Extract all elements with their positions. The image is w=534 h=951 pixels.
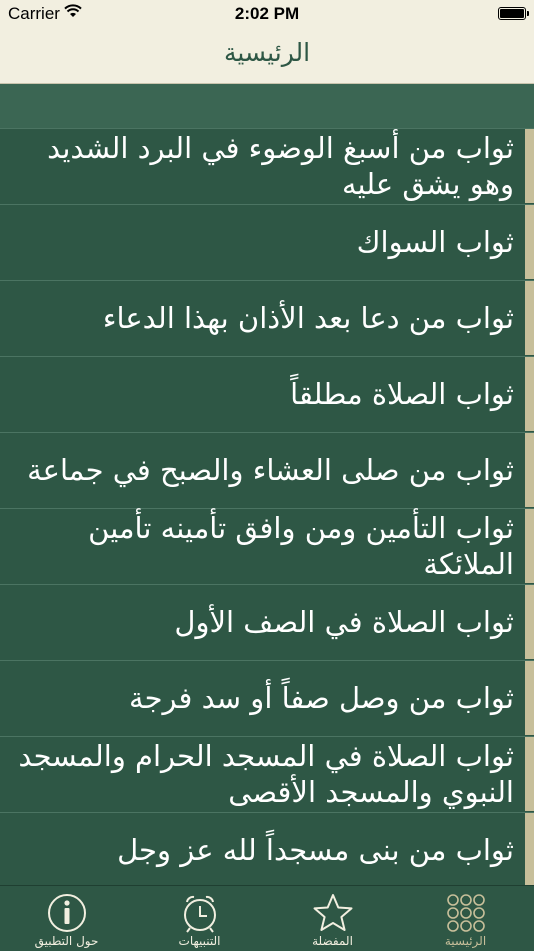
list-item-text: ثواب من صلى العشاء والصبح في جماعة [27, 453, 514, 487]
tab-about[interactable]: حول التطبيق [0, 886, 133, 951]
item-accent-bar [525, 281, 534, 355]
list-item-text: ثواب من بنى مسجداً لله عز وجل [117, 833, 514, 867]
list-item[interactable]: ثواب من دعا بعد الأذان بهذا الدعاء [0, 280, 534, 355]
list-item[interactable]: ثواب من وصل صفاً أو سد فرجة [0, 660, 534, 735]
item-accent-bar [525, 813, 534, 887]
list-item[interactable]: ثواب التأمين ومن وافق تأمينه تأمين الملا… [0, 508, 534, 583]
status-bar: Carrier 2:02 PM [0, 0, 534, 28]
star-icon [313, 894, 353, 931]
item-accent-bar [525, 357, 534, 431]
list-item-text: ثواب من دعا بعد الأذان بهذا الدعاء [102, 301, 514, 335]
tab-label: الرئيسية [444, 934, 487, 948]
item-accent-bar [525, 433, 534, 507]
tab-label: حول التطبيق [34, 934, 99, 948]
battery-icon [498, 7, 529, 20]
list-item-text: ثواب الصلاة في الصف الأول [174, 605, 514, 639]
list-item-text: ثواب الصلاة في المسجد الحرام والمسجد الن… [18, 739, 514, 809]
list-item[interactable]: ثواب السواك [0, 204, 534, 279]
list-item[interactable]: ثواب من بنى مسجداً لله عز وجل [0, 812, 534, 887]
tab-bar: حول التطبيق التنبيهات المفضلة الرئيسية [0, 885, 534, 951]
list-item[interactable]: ثواب الصلاة في الصف الأول [0, 584, 534, 659]
list-item-text: ثواب التأمين ومن وافق تأمينه تأمين الملا… [88, 511, 514, 581]
item-accent-bar [525, 737, 534, 811]
list-item-text: ثواب من وصل صفاً أو سد فرجة [129, 681, 514, 715]
list-item-text: ثواب الصلاة مطلقاً [290, 377, 514, 411]
header-strip [0, 84, 534, 128]
tab-favorites[interactable]: المفضلة [266, 886, 399, 951]
item-accent-bar [525, 129, 534, 203]
status-time: 2:02 PM [234, 4, 300, 23]
item-accent-bar [525, 509, 534, 583]
tab-label: المفضلة [312, 934, 353, 948]
topics-list: ثواب من أسبغ الوضوء في البرد الشديد وهو … [0, 128, 534, 888]
item-accent-bar [525, 661, 534, 735]
list-item-text: ثواب من أسبغ الوضوء في البرد الشديد وهو … [47, 131, 514, 201]
info-icon [48, 894, 86, 932]
item-accent-bar [525, 585, 534, 659]
list-item[interactable]: ثواب الصلاة مطلقاً [0, 356, 534, 431]
list-item[interactable]: ثواب من أسبغ الوضوء في البرد الشديد وهو … [0, 128, 534, 203]
grid-icon [447, 894, 485, 932]
tab-label: التنبيهات [178, 934, 221, 948]
item-accent-bar [525, 205, 534, 279]
tab-home[interactable]: الرئيسية [399, 886, 532, 951]
alarm-clock-icon [184, 895, 216, 933]
list-item-text: ثواب السواك [356, 225, 514, 259]
list-item[interactable]: ثواب الصلاة في المسجد الحرام والمسجد الن… [0, 736, 534, 811]
page-title: الرئيسية [223, 38, 311, 67]
list-item[interactable]: ثواب من صلى العشاء والصبح في جماعة [0, 432, 534, 507]
navigation-bar: الرئيسية [0, 28, 534, 84]
tab-alerts[interactable]: التنبيهات [133, 886, 266, 951]
